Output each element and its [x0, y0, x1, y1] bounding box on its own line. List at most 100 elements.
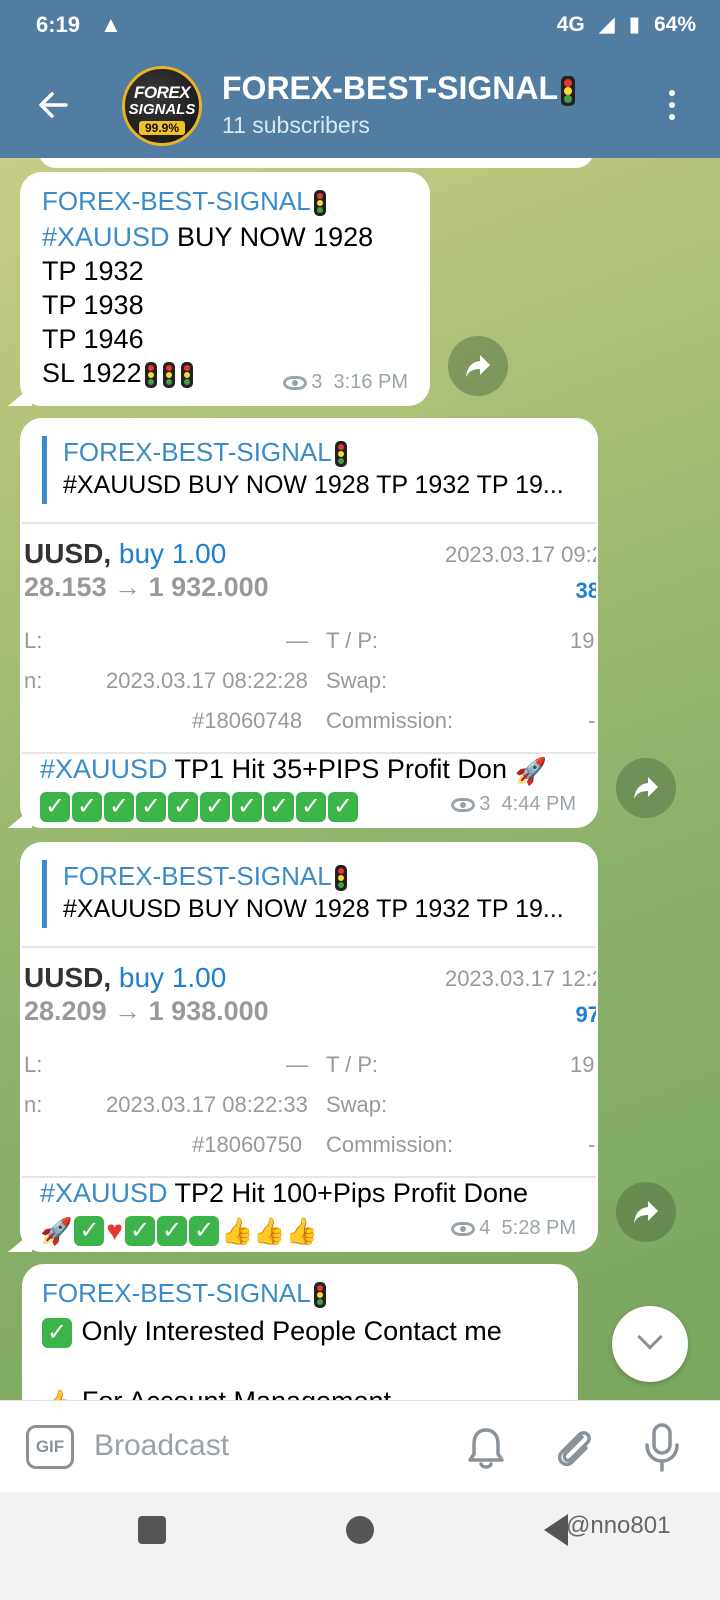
check-icon: ✓ — [72, 791, 102, 822]
commission-value: - — [588, 708, 596, 733]
traffic-light-icon — [334, 441, 347, 468]
share-button[interactable] — [616, 758, 676, 818]
views-icon — [283, 375, 308, 390]
bell-button[interactable] — [466, 1425, 506, 1471]
emoji-line: ✓ ✓ ✓ ✓ ✓ ✓ ✓ ✓ ✓ ✓ — [40, 788, 360, 822]
open-time: 2023.03.17 08:22:28 — [106, 668, 308, 693]
channel-title[interactable]: FOREX-BEST-SIGNAL — [222, 70, 578, 107]
traffic-light-icon — [313, 1282, 326, 1309]
check-icon: ✓ — [157, 1215, 187, 1246]
message-bubble[interactable]: FOREX-BEST-SIGNAL #XAUUSD BUY NOW 1928 T… — [8, 842, 598, 1252]
message-meta: 3 3:16 PM — [283, 371, 408, 394]
chat-area[interactable]: FOREX-BEST-SIGNAL #XAUUSD BUY NOW 1928 T… — [0, 158, 720, 1430]
rocket-icon: 🚀 — [40, 1215, 73, 1246]
dot-icon — [669, 114, 675, 120]
status-bar: 6:19 ▲ 4G ◢ ▮ 64% — [0, 0, 720, 56]
traffic-light-icon — [162, 361, 175, 388]
thumbs-up-icon: 👍 — [285, 1215, 319, 1246]
back-nav-button[interactable] — [544, 1514, 568, 1546]
hashtag-link[interactable]: #XAUUSD — [42, 222, 170, 252]
traffic-light-icon — [180, 361, 193, 388]
thumbs-up-icon: 👍 — [253, 1215, 286, 1246]
chevron-down-icon — [637, 1324, 663, 1350]
attach-button[interactable] — [552, 1423, 596, 1471]
back-button[interactable] — [28, 80, 78, 130]
system-nav-bar: @nno801 — [0, 1492, 720, 1600]
reply-quote[interactable]: FOREX-BEST-SIGNAL #XAUUSD BUY NOW 1928 T… — [42, 436, 580, 504]
status-time: 6:19 — [36, 12, 81, 37]
message-sender[interactable]: FOREX-BEST-SIGNAL — [42, 184, 329, 218]
microphone-button[interactable] — [642, 1421, 682, 1473]
paperclip-icon — [557, 1431, 591, 1467]
watermark-text: @nno801 — [566, 1512, 671, 1539]
trade-time: 2023.03.17 09:2 — [444, 542, 596, 567]
thumbs-up-icon: 👍 — [221, 1215, 254, 1246]
check-icon: ✓ — [328, 791, 358, 822]
share-button[interactable] — [616, 1182, 676, 1242]
share-icon — [466, 355, 490, 377]
share-icon — [634, 777, 658, 799]
trade-prices: 28.153 → 1 932.000 — [24, 572, 269, 602]
broadcast-input[interactable]: Broadcast — [94, 1429, 229, 1463]
check-icon: ✓ — [74, 1215, 105, 1246]
hashtag-link[interactable]: #XAUUSD — [40, 1178, 168, 1208]
swap-label: Swap: — [326, 1092, 388, 1117]
battery-icon: ▮ — [628, 13, 641, 36]
heart-icon: ♥ — [106, 1214, 123, 1246]
trade-profit: 38 — [575, 578, 596, 603]
battery-label: 64% — [653, 13, 696, 36]
warning-icon: ▲ — [100, 12, 122, 37]
trade-symbol: UUSD, buy 1.00 — [24, 538, 227, 569]
check-icon: ✓ — [104, 791, 134, 822]
trade-profit: 97 — [575, 1002, 596, 1027]
subscriber-count: 11 subscribers — [222, 112, 370, 138]
dot-icon — [669, 102, 675, 108]
tp-label: T / P: — [326, 1052, 379, 1077]
open-time: 2023.03.17 08:22:33 — [106, 1092, 308, 1117]
network-label: 4G — [556, 13, 585, 36]
commission-value: - — [588, 1132, 596, 1157]
message-sender[interactable]: FOREX-BEST-SIGNAL — [42, 1276, 329, 1310]
recents-button[interactable] — [138, 1516, 166, 1544]
message-bubble[interactable]: FOREX-BEST-SIGNAL #XAUUSD BUY NOW 1928 T… — [8, 418, 598, 828]
hashtag-link[interactable]: #XAUUSD — [40, 754, 168, 784]
trade-screenshot[interactable]: UUSD, buy 1.00 2023.03.17 12:2 28.209 → … — [22, 946, 596, 1178]
views-icon — [451, 1221, 476, 1236]
input-bar: GIF Broadcast — [0, 1400, 720, 1492]
home-button[interactable] — [346, 1516, 374, 1544]
share-button[interactable] — [448, 336, 508, 396]
tp-label: T / P: — [326, 628, 379, 653]
reply-sender: FOREX-BEST-SIGNAL — [63, 436, 580, 468]
sl-label: L: — [24, 628, 43, 653]
channel-avatar[interactable]: FOREX SIGNALS 99.9% — [122, 66, 202, 146]
swap-label: Swap: — [326, 668, 388, 693]
reply-sender: FOREX-BEST-SIGNAL — [63, 860, 580, 892]
message-bubble[interactable]: FOREX-BEST-SIGNAL #XAUUSD BUY NOW 1928 T… — [8, 172, 430, 406]
open-label: n: — [24, 1092, 43, 1117]
status-indicators: 4G ◢ ▮ 64% — [549, 12, 696, 37]
reply-quote[interactable]: FOREX-BEST-SIGNAL #XAUUSD BUY NOW 1928 T… — [42, 860, 580, 928]
message-line: ✓ Only Interested People Contact me — [42, 1314, 502, 1348]
ticket: #18060748 — [192, 708, 303, 733]
sl-value: — — [286, 628, 308, 653]
check-icon: ✓ — [232, 791, 262, 822]
more-menu-button[interactable] — [660, 84, 684, 128]
gif-button[interactable]: GIF — [26, 1425, 74, 1469]
message-line: TP 1932 — [42, 256, 144, 286]
message-line: #XAUUSD BUY NOW 1928 — [42, 222, 374, 252]
check-icon: ✓ — [42, 1317, 72, 1348]
rocket-icon: 🚀 — [514, 755, 547, 786]
chat-header: FOREX SIGNALS 99.9% FOREX-BEST-SIGNAL 11… — [0, 56, 720, 158]
dot-icon — [669, 90, 675, 96]
message-line: TP 1946 — [42, 324, 144, 354]
scroll-down-button[interactable] — [612, 1306, 688, 1382]
reply-text: #XAUUSD BUY NOW 1928 TP 1932 TP 19... — [63, 895, 564, 923]
share-icon — [634, 1201, 658, 1223]
microphone-icon — [645, 1423, 679, 1472]
message-line: #XAUUSD TP2 Hit 100+Pips Profit Done — [40, 1178, 528, 1208]
trade-symbol: UUSD, buy 1.00 — [24, 962, 227, 993]
message-line: TP 1938 — [42, 290, 144, 320]
check-icon: ✓ — [189, 1215, 219, 1246]
trade-screenshot[interactable]: UUSD, buy 1.00 2023.03.17 09:2 28.153 → … — [22, 522, 596, 754]
bell-icon — [468, 1428, 504, 1469]
